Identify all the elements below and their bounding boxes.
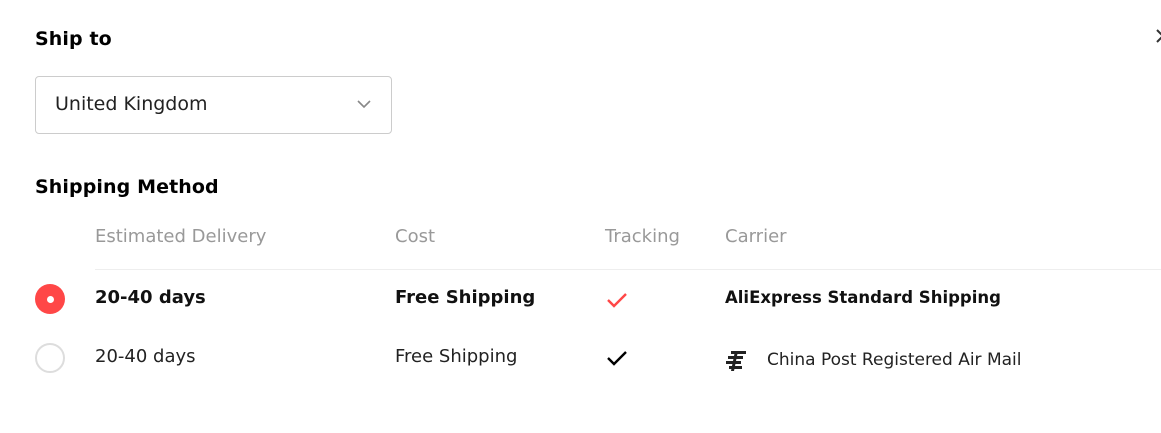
column-header-carrier: Carrier [725,226,787,247]
column-header-delivery: Estimated Delivery [95,226,267,247]
shipping-panel: Ship to United Kingdom Shipping Method E… [0,0,1161,433]
close-icon[interactable] [1155,26,1161,48]
shipping-option-radio-selected[interactable] [35,284,65,314]
carrier-name: China Post Registered Air Mail [767,350,1022,370]
shipping-method-title: Shipping Method [35,176,219,198]
column-header-cost: Cost [395,226,436,247]
country-select-value: United Kingdom [55,93,208,115]
country-select[interactable]: United Kingdom [35,76,392,134]
china-post-logo-icon [726,351,746,371]
shipping-cost: Free Shipping [395,287,536,308]
chevron-down-icon [357,100,371,109]
shipping-cost: Free Shipping [395,346,518,367]
tracking-check-icon [607,351,627,366]
column-header-tracking: Tracking [605,226,680,247]
header-divider [95,269,1161,270]
shipping-option-radio[interactable] [35,343,65,373]
carrier-name: AliExpress Standard Shipping [725,288,1001,307]
delivery-time: 20-40 days [95,287,206,308]
ship-to-title: Ship to [35,28,112,50]
tracking-check-icon [607,293,627,308]
delivery-time: 20-40 days [95,346,196,367]
